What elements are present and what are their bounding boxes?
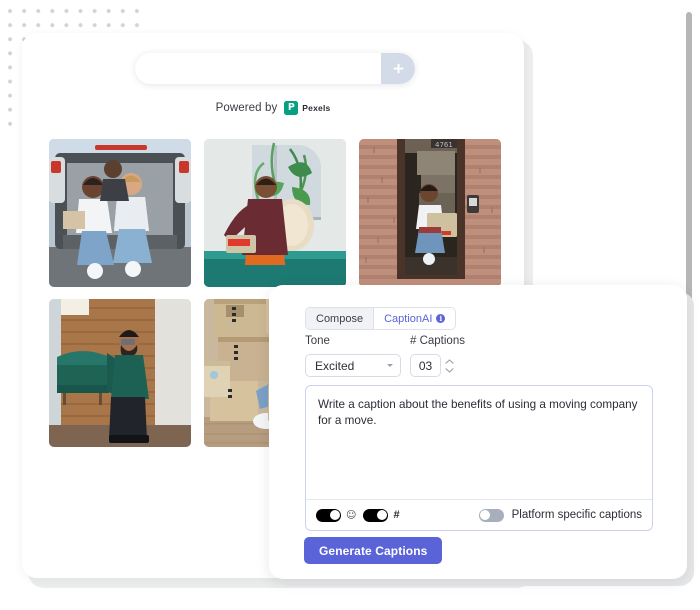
caption-panel: Compose CaptionAI i Tone # Captions Exci… — [269, 285, 687, 579]
emoji-toggle[interactable] — [316, 508, 341, 522]
powered-by-label: Powered by — [215, 102, 278, 114]
prompt-input[interactable] — [316, 395, 640, 495]
hashtag-icon: # — [393, 509, 400, 521]
search-bar[interactable] — [135, 53, 415, 84]
emoji-icon: ☺ — [346, 509, 357, 521]
tab-compose-label: Compose — [316, 312, 364, 325]
search-input[interactable] — [135, 53, 381, 84]
generate-captions-button[interactable]: Generate Captions — [304, 537, 443, 564]
tab-captionai-label: CaptionAI — [384, 312, 433, 325]
captions-count-value: 03 — [418, 358, 433, 373]
photo-thumbnail[interactable] — [204, 139, 346, 287]
photo-thumbnail[interactable] — [49, 299, 191, 447]
captions-count-stepper — [445, 354, 454, 377]
tone-label: Tone — [305, 335, 330, 347]
captions-count-label: # Captions — [410, 335, 465, 347]
prompt-toolbar: ☺ # Platform specific captions — [306, 499, 652, 530]
tab-compose[interactable]: Compose — [306, 308, 375, 329]
pexels-mark-icon: P — [284, 101, 299, 115]
hashtag-toggle-group: # — [363, 508, 402, 522]
tab-captionai[interactable]: CaptionAI i — [374, 308, 456, 329]
photo-thumbnail[interactable]: 4761 — [359, 139, 501, 287]
panel-tabs: Compose CaptionAI i — [305, 307, 457, 330]
info-icon[interactable]: i — [436, 314, 446, 323]
captions-count-input[interactable]: 03 — [410, 354, 441, 377]
pexels-wordmark: Pexels — [302, 103, 331, 113]
field-controls-row: Excited 03 — [305, 354, 454, 377]
hashtag-toggle[interactable] — [363, 508, 389, 522]
add-photo-button[interactable] — [381, 53, 415, 84]
stepper-down-icon[interactable] — [445, 367, 454, 373]
stepper-up-icon[interactable] — [445, 358, 454, 364]
platform-specific-toggle[interactable] — [478, 508, 504, 522]
emoji-toggle-group: ☺ — [316, 508, 359, 522]
tone-select[interactable]: Excited — [305, 354, 401, 377]
tone-select-value: Excited — [315, 358, 355, 373]
platform-specific-label: Platform specific captions — [511, 509, 642, 521]
pexels-attribution: Powered by P Pexels — [22, 101, 524, 115]
chevron-down-icon — [387, 364, 393, 367]
pexels-logo: P Pexels — [284, 101, 330, 115]
plus-icon — [392, 62, 405, 75]
search-row — [22, 33, 524, 91]
prompt-area: ☺ # Platform specific captions — [305, 385, 653, 531]
platform-toggle-group: Platform specific captions — [478, 508, 642, 522]
photo-thumbnail[interactable] — [49, 139, 191, 287]
svg-text:4761: 4761 — [435, 141, 453, 149]
